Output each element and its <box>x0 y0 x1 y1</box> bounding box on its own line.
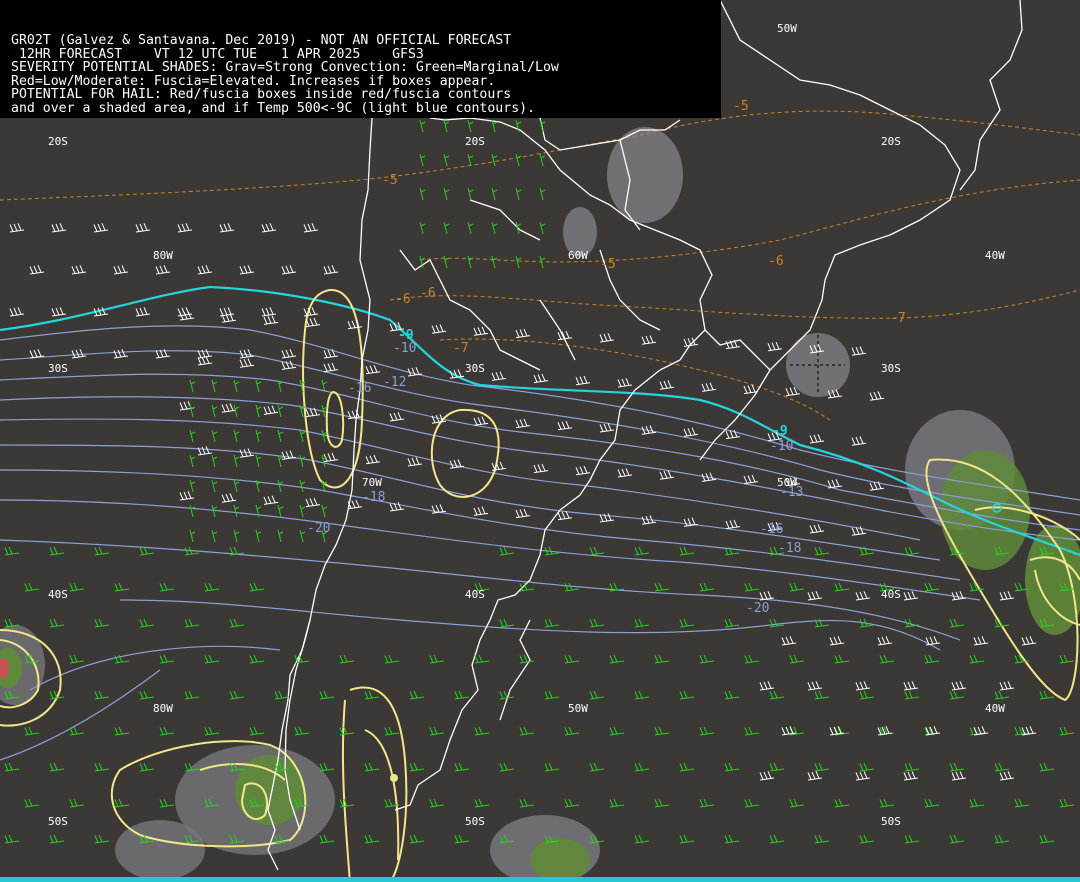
lon-label-40w: 40W <box>985 249 1005 262</box>
lat-label-50s: 50S <box>48 815 68 828</box>
lon-label-60w: 60W <box>568 249 588 262</box>
temp-label-minus6: -6 <box>768 254 784 269</box>
temp-label-minus16: -16 <box>348 381 371 396</box>
lat-label-20s: 20S <box>465 135 485 148</box>
lat-label-30s: 30S <box>465 362 485 375</box>
lat-label-40s: 40S <box>48 588 68 601</box>
temp-label-minus10: -10 <box>770 439 793 454</box>
temp-label-minus16: -16 <box>760 522 783 537</box>
forecast-header: GR02T (Galvez & Santavana. Dec 2019) - N… <box>0 0 721 118</box>
lat-label-40s: 40S <box>881 588 901 601</box>
temp-label-minus9: -9 <box>772 424 788 439</box>
header-hail-legend: and over a shaded area, and if Temp 500<… <box>11 100 536 116</box>
temp-label-minus7: -7 <box>890 311 906 326</box>
temp-label-minus18: -18 <box>778 541 801 556</box>
temp-label-minus6: -6 <box>395 292 411 307</box>
temp-label-minus20: -20 <box>746 601 769 616</box>
lon-label-50w: 50W <box>568 702 588 715</box>
lon-label-70w: 70W <box>362 476 382 489</box>
lon-label-40w: 40W <box>985 702 1005 715</box>
header-title: GR02T (Galvez & Santavana. Dec 2019) - N… <box>11 33 512 48</box>
hail-marker <box>390 774 398 782</box>
temp-label-minus12: -12 <box>383 375 406 390</box>
temp-label-minus5: -5 <box>733 99 749 114</box>
temp-label-minus20: -20 <box>307 521 330 536</box>
lon-label-80w: 80W <box>153 249 173 262</box>
temp-label-minus6: -6 <box>420 286 436 301</box>
header-hail-legend: POTENTIAL FOR HAIL: Red/fuscia boxes ins… <box>11 87 512 102</box>
lon-label-50w: 50W <box>777 22 797 35</box>
temp-label-minus7: -7 <box>453 341 469 356</box>
temp-label-minus10: -10 <box>393 341 416 356</box>
bottom-border <box>0 877 1080 882</box>
lat-label-50s: 50S <box>465 815 485 828</box>
temp-label-minus5: -5 <box>382 173 398 188</box>
temp-label-minus18: -18 <box>362 490 385 505</box>
lat-label-30s: 30S <box>48 362 68 375</box>
lat-label-40s: 40S <box>465 588 485 601</box>
temp-label-minus13: -13 <box>780 485 803 500</box>
lat-label-20s: 20S <box>48 135 68 148</box>
header-severity-legend: SEVERITY POTENTIAL SHADES: Grav=Strong C… <box>11 60 559 75</box>
lon-label-80w: 80W <box>153 702 173 715</box>
lat-label-30s: 30S <box>881 362 901 375</box>
lat-label-50s: 50S <box>881 815 901 828</box>
forecast-map: 50W 20S 20S 20S 80W 60W 40W 30S 30S 30S … <box>0 0 1080 882</box>
lat-label-20s: 20S <box>881 135 901 148</box>
temp-label-minus5: -5 <box>600 257 616 272</box>
